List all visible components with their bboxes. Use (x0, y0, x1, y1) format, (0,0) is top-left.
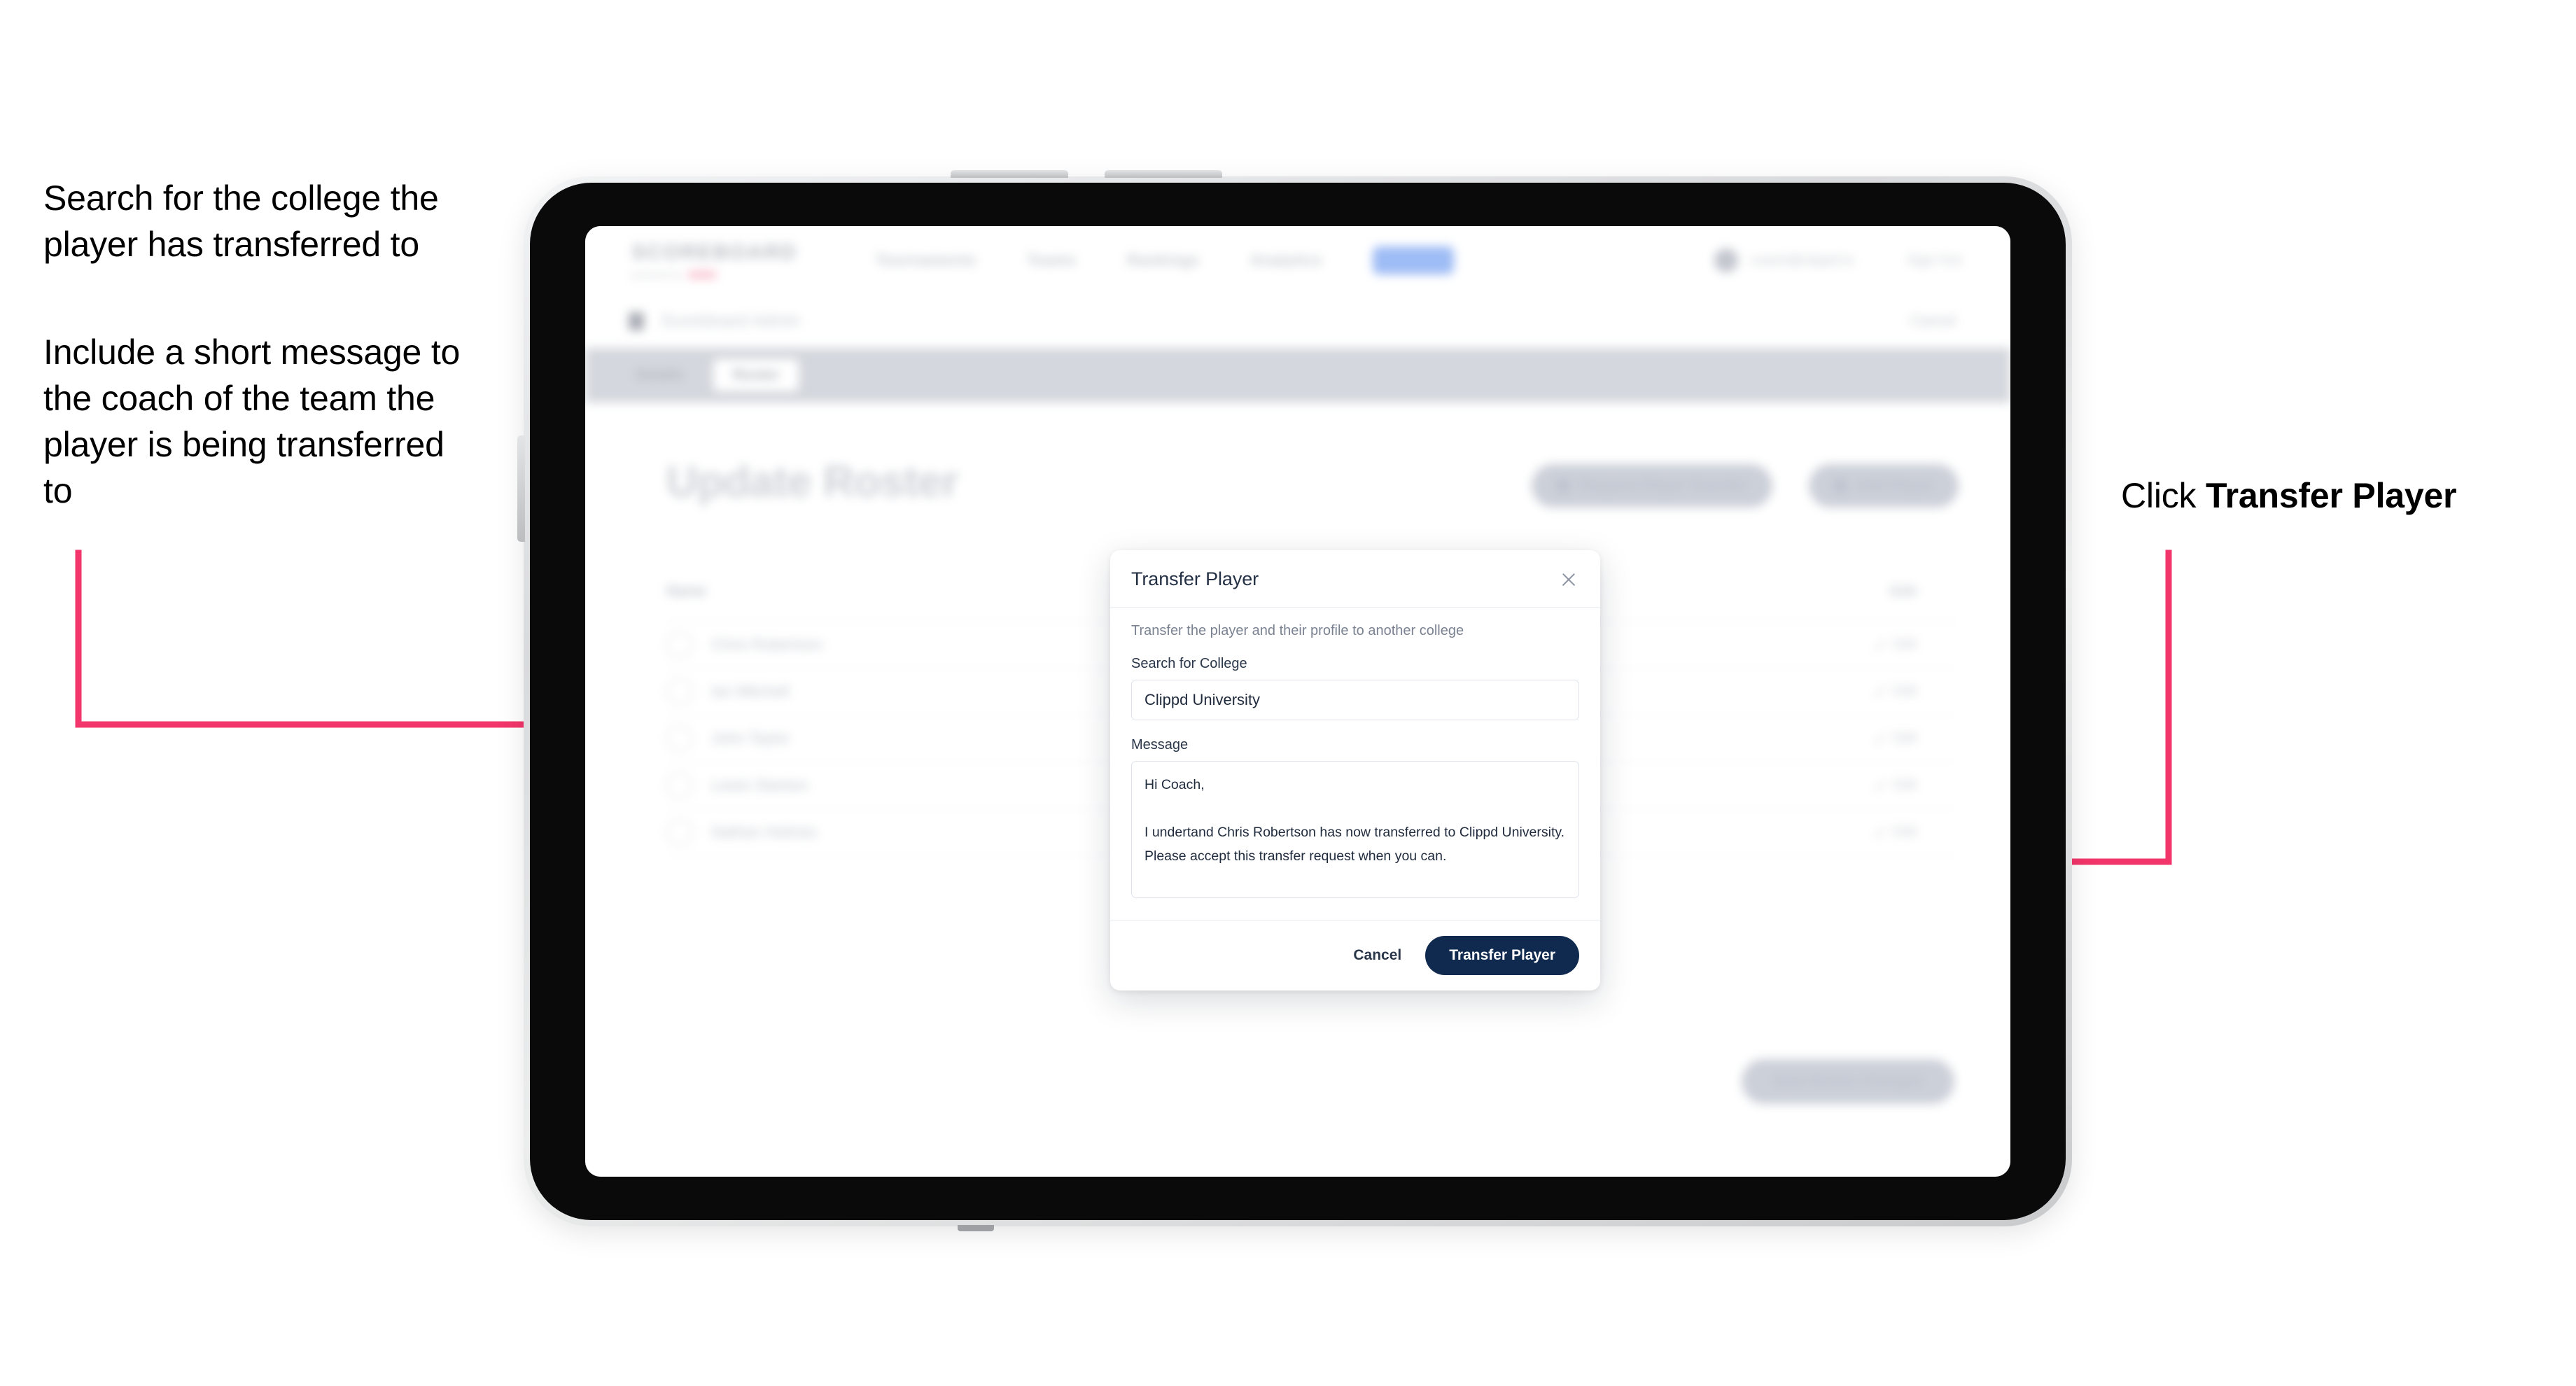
edit-player-button[interactable]: Edit (1874, 825, 1959, 840)
breadcrumb-title[interactable]: Scoreboard (661, 312, 748, 330)
column-header-action: Edit (1890, 583, 1917, 599)
annotation-click-transfer: Click Transfer Player (2121, 472, 2541, 519)
logo-brand-badge (687, 271, 718, 279)
logo-wordmark: SCOREBOARD (631, 241, 797, 264)
plus-icon (1834, 479, 1847, 492)
page-action-buttons: Request Player Transfer Add Player (1531, 464, 1959, 507)
pencil-icon (1874, 780, 1886, 791)
edit-player-button[interactable]: Edit (1874, 731, 1959, 746)
edit-label: Edit (1893, 684, 1917, 699)
message-textarea[interactable]: Hi Coach, I undertand Chris Robertson ha… (1131, 761, 1579, 898)
edit-label: Edit (1893, 637, 1917, 652)
transfer-icon (1556, 479, 1569, 492)
transfer-player-submit-button[interactable]: Transfer Player (1425, 936, 1579, 975)
building-icon (629, 312, 644, 330)
close-icon[interactable] (1558, 569, 1579, 590)
tablet-screen: SCOREBOARD powered by Tournaments Teams … (585, 226, 2010, 1177)
volume-down-button[interactable] (1105, 170, 1222, 178)
edit-label: Edit (1893, 778, 1917, 792)
avatar (666, 725, 693, 752)
tab-roster[interactable]: Roster (713, 359, 799, 391)
annotation-click-prefix: Click (2121, 476, 2206, 515)
add-player-label: Add Player (1856, 477, 1933, 493)
pencil-icon (1874, 733, 1886, 744)
tablet-bezel: SCOREBOARD powered by Tournaments Teams … (530, 183, 2066, 1220)
modal-header: Transfer Player (1110, 550, 1600, 608)
avatar (666, 678, 693, 705)
user-account[interactable]: coach@clippd.io (1714, 248, 1854, 272)
request-player-transfer-label: Request Player Transfer (1578, 477, 1748, 493)
avatar (666, 631, 693, 658)
pencil-icon (1874, 827, 1886, 838)
player-name: Chris Robertson (711, 636, 822, 653)
volume-up-button[interactable] (951, 170, 1068, 178)
nav-item-teams[interactable]: Teams (1027, 251, 1077, 270)
column-header-name: Name (666, 583, 707, 599)
modal-footer: Cancel Transfer Player (1110, 920, 1600, 990)
search-college-input[interactable] (1131, 680, 1579, 720)
sign-out-button[interactable]: Sign Out (1907, 253, 1961, 269)
pencil-icon (1874, 686, 1886, 697)
breadcrumb-bar: Scoreboard Admin Cancel (585, 295, 2010, 349)
nav-item-tournaments[interactable]: Tournaments (876, 251, 976, 270)
pencil-icon (1874, 639, 1886, 650)
avatar (1714, 248, 1739, 272)
player-name: Lewis Stanton (711, 776, 808, 794)
logo-powered-by: powered by (631, 270, 682, 280)
request-player-transfer-button[interactable]: Request Player Transfer (1531, 464, 1773, 507)
breadcrumb: Scoreboard Admin (661, 312, 800, 331)
player-name: Nathan Holmes (711, 823, 818, 841)
avatar (666, 819, 693, 846)
player-name: John Taylor (711, 729, 790, 747)
edit-label: Edit (1893, 731, 1917, 746)
tablet-frame: SCOREBOARD powered by Tournaments Teams … (517, 170, 2072, 1231)
tab-bar: Details Roster (585, 348, 2010, 402)
avatar (666, 772, 693, 799)
edit-player-button[interactable]: Edit (1874, 637, 1959, 652)
nav-item-admin[interactable]: Admin (1373, 246, 1454, 274)
breadcrumb-subtitle: Admin (752, 312, 800, 330)
tablet-device-mockup: SCOREBOARD powered by Tournaments Teams … (517, 170, 2072, 1231)
user-email-label: coach@clippd.io (1751, 252, 1854, 268)
annotation-include-message: Include a short message to the coach of … (43, 332, 461, 510)
breadcrumb-cancel-button[interactable]: Cancel (1910, 313, 1956, 330)
edit-player-button[interactable]: Edit (1874, 684, 1959, 699)
annotation-click-bold: Transfer Player (2206, 476, 2457, 515)
tab-details[interactable]: Details (616, 359, 704, 391)
player-name: Ian Mitchell (711, 682, 790, 700)
main-navigation: Tournaments Teams Rankings Analytics Adm… (876, 246, 1454, 274)
edit-label: Edit (1893, 825, 1917, 839)
charging-port (958, 1225, 994, 1231)
modal-title: Transfer Player (1131, 568, 1259, 589)
modal-subtitle: Transfer the player and their profile to… (1131, 623, 1464, 638)
page-title: Update Roster (666, 458, 959, 506)
save-roster-changes-button[interactable]: Save Roster Changes (1742, 1059, 1954, 1104)
cancel-button[interactable]: Cancel (1349, 946, 1406, 965)
message-label: Message (1131, 737, 1189, 752)
edit-player-button[interactable]: Edit (1874, 778, 1959, 793)
app-logo[interactable]: SCOREBOARD powered by (631, 241, 797, 280)
logo-subrow: powered by (631, 270, 797, 280)
header-user-area: coach@clippd.io Sign Out (1714, 248, 1961, 272)
app-header: SCOREBOARD powered by Tournaments Teams … (585, 226, 2010, 295)
search-college-label: Search for College (1131, 656, 1247, 671)
modal-body: Transfer the player and their profile to… (1110, 608, 1600, 920)
nav-item-analytics[interactable]: Analytics (1250, 251, 1322, 270)
nav-item-rankings[interactable]: Rankings (1127, 251, 1200, 270)
annotation-search-college: Search for the college the player has tr… (43, 178, 439, 264)
add-player-button[interactable]: Add Player (1809, 464, 1959, 507)
transfer-player-modal: Transfer Player Transfer the player and … (1110, 550, 1600, 990)
power-button[interactable] (517, 435, 525, 542)
